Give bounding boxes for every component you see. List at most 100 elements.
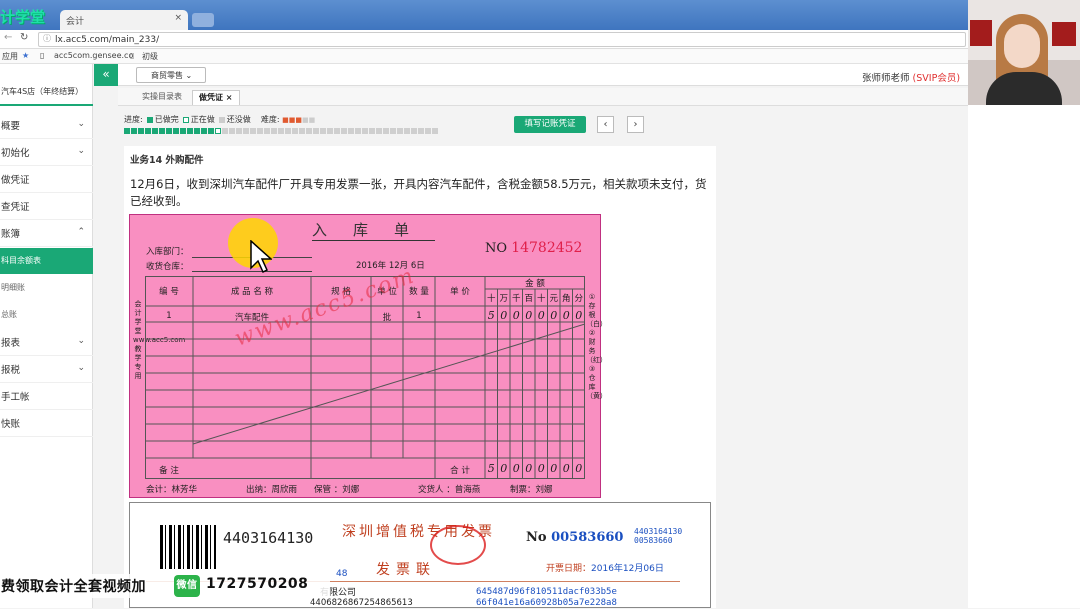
invoice-date-label: 开票日期： [546, 564, 592, 574]
legend-todo: 还没做 [226, 115, 251, 124]
progress-square [411, 128, 417, 134]
progress-square [362, 128, 368, 134]
sidebar-item-make-voucher[interactable]: 做凭证 [0, 167, 93, 193]
bookmark-apps[interactable]: 应用 [2, 51, 18, 62]
progress-square [208, 128, 214, 134]
todo-square-icon [218, 116, 225, 123]
promo-number: 1727570208 [206, 576, 309, 592]
fill-voucher-button[interactable]: 填写记账凭证 [514, 116, 586, 133]
progress-square [327, 128, 333, 134]
bookmark-gensee[interactable]: acc5com.gensee.co [54, 51, 133, 60]
invoice-code-small-2: 00583660 [634, 536, 673, 545]
progress-square [250, 128, 256, 134]
amount-digit: 0 [525, 309, 533, 322]
sidebar-item-tax[interactable]: 报税 ⌄ [0, 357, 93, 383]
invoice-date: 开票日期：2016年12月06日 [546, 561, 664, 574]
close-icon[interactable]: × [226, 93, 233, 102]
prev-button[interactable]: ‹ [597, 116, 614, 133]
sidebar-item-detail-ledger[interactable]: 明细账 [0, 275, 93, 301]
sidebar-item-label: 账簿 [1, 229, 21, 240]
header-code: 编 号 [159, 287, 179, 297]
sidebar-item-overview[interactable]: 概要 ⌄ [0, 113, 93, 139]
remark-label: 备 注 [159, 466, 179, 476]
sidebar-item-label: 概要 [1, 121, 21, 132]
digit-header: 元 [549, 294, 558, 304]
progress-square [369, 128, 375, 134]
progress-square [404, 128, 410, 134]
amount-digit: 0 [562, 309, 570, 322]
progress-square [341, 128, 347, 134]
row-code: 1 [166, 311, 172, 321]
sidebar-item-label: 手工帐 [1, 392, 30, 403]
sidebar-item-init[interactable]: 初始化 ⌄ [0, 140, 93, 166]
progress-square [320, 128, 326, 134]
wechat-icon: 微信 [174, 575, 200, 597]
progress-squares [124, 127, 439, 137]
page-icon: ▯ [130, 51, 135, 60]
sidebar-item-general-ledger[interactable]: 总账 [0, 302, 93, 328]
digit-header: 十 [536, 294, 546, 304]
receipt-no-value: 14782452 [511, 240, 583, 256]
progress-square [292, 128, 298, 134]
receipt-left-note: 会计学堂www.acc5.com教学专用 [133, 300, 186, 380]
info-icon: ⓘ [43, 34, 51, 43]
progress-square [173, 128, 179, 134]
sidebar-item-label: 查凭证 [1, 202, 30, 213]
progress-square [236, 128, 242, 134]
progress-square [334, 128, 340, 134]
sidebar-item-ledger[interactable]: 账簿 ⌃ [0, 221, 93, 247]
footer-maker: 制票：刘娜 [510, 485, 553, 495]
progress-square [257, 128, 263, 134]
collapse-sidebar-button[interactable]: « [94, 64, 118, 86]
amount-digit: 0 [550, 309, 558, 322]
bookmark-primary[interactable]: 初级 [142, 51, 158, 62]
browser-tab[interactable]: 会计 × [60, 10, 188, 30]
legend-done: 已做完 [154, 115, 179, 124]
progress-square [299, 128, 305, 134]
sidebar-item-balance-sheet[interactable]: 科目余额表 [0, 248, 93, 274]
amount-digit: 0 [512, 309, 520, 322]
vip-badge: (SVIP会员) [912, 73, 961, 84]
amount-digit: 0 [537, 309, 545, 322]
invoice-cipher-line-2: 66f041e16a60928b05a7e228a8 [476, 598, 617, 608]
tab-catalog[interactable]: 实操目录表 [136, 90, 188, 105]
progress-square [138, 128, 144, 134]
amount-digit: 0 [500, 309, 508, 322]
next-button[interactable]: › [627, 116, 644, 133]
teacher-name: 张师师老师 [862, 73, 910, 84]
user-name: 张师师老师 (SVIP会员) [862, 70, 960, 84]
progress-square [285, 128, 291, 134]
new-tab-button[interactable] [192, 13, 214, 27]
promo-text: 费领取会计全套视频加 [1, 579, 146, 595]
progress-square [145, 128, 151, 134]
task-description: 12月6日，收到深圳汽车配件厂开具专用发票一张，开具内容汽车配件，含税金额58.… [130, 177, 707, 208]
page-icon: ▯ [40, 51, 45, 60]
reload-icon[interactable]: ↻ [20, 32, 28, 43]
sidebar-item-quick[interactable]: 快账 [0, 411, 93, 437]
progress-square [159, 128, 165, 134]
store-name: 汽车4S店（年终结算） [0, 86, 93, 106]
back-icon[interactable]: ← [4, 32, 12, 43]
digit-header: 角 [561, 294, 571, 304]
chevron-down-icon: ⌄ [77, 363, 85, 373]
promo-banner: 费领取会计全套视频加 微信 1727570208 [0, 574, 330, 598]
invoice-subtitle: 发票联 [376, 562, 436, 578]
footer-keeper: 保管 ：刘娜 [314, 485, 360, 495]
sidebar-item-reports[interactable]: 报表 ⌄ [0, 330, 93, 356]
url-input[interactable] [38, 32, 966, 47]
total-digit: 0 [550, 462, 558, 475]
bookmarks-bar: 应用 ★ ▯ acc5com.gensee.co ▯ 初级 [0, 49, 968, 64]
mouse-cursor-icon [250, 240, 272, 274]
dropdown-value: 商贸零售 [151, 71, 183, 80]
industry-dropdown[interactable]: 商贸零售 ⌄ [136, 67, 206, 83]
close-icon[interactable]: × [174, 13, 182, 23]
sidebar-item-manual[interactable]: 手工帐 [0, 384, 93, 410]
digit-header: 十 [486, 294, 496, 304]
legend-doing: 正在做 [190, 115, 215, 124]
presenter-face [1004, 24, 1040, 68]
sub-tabs: 实操目录表 做凭证 × [118, 88, 968, 106]
total-digit: 0 [537, 462, 545, 475]
sidebar-item-query-voucher[interactable]: 查凭证 [0, 194, 93, 220]
footer-accountant: 会计：林芳华 [146, 485, 198, 495]
tab-make-voucher[interactable]: 做凭证 × [192, 90, 240, 105]
